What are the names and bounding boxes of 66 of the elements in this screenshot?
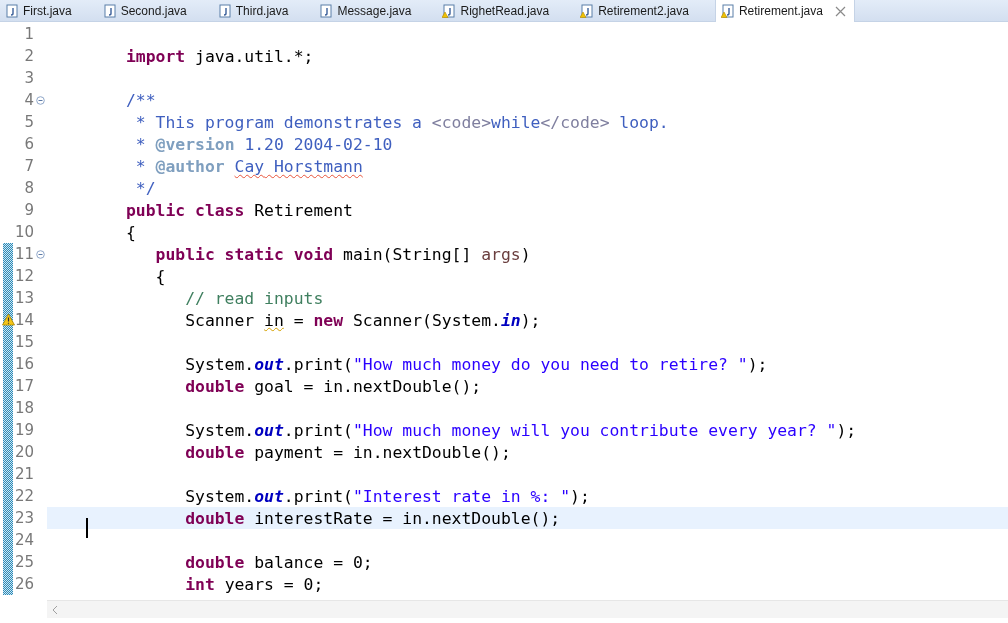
line-number: 4 (23, 91, 34, 109)
code-line: int years = 0; (184, 574, 324, 594)
line-number: 3 (23, 69, 34, 87)
code-line: * @version 1.20 2004-02-10 (134, 134, 393, 154)
code-line: double balance = 0; (184, 552, 373, 572)
editor-tab[interactable]: First.java (0, 0, 98, 21)
code-line: // read inputs (184, 288, 324, 308)
line-number: 2 (23, 47, 34, 65)
line-number: 26 (13, 575, 34, 593)
java-file-icon (319, 3, 334, 18)
line-number: 16 (13, 355, 34, 373)
line-number: 11 (13, 245, 34, 263)
line-number: 7 (23, 157, 34, 175)
java-file-icon (5, 3, 19, 18)
code-line: public class Retirement (124, 200, 353, 220)
line-number: 8 (23, 179, 34, 197)
line-number: 13 (13, 289, 34, 307)
horizontal-scrollbar[interactable] (47, 600, 1008, 618)
line-number: 5 (23, 113, 34, 131)
java-file-icon (102, 3, 117, 18)
editor-tab[interactable]: Third.java (212, 0, 315, 21)
editor-tab[interactable]: Second.java (97, 0, 213, 21)
text-cursor (86, 518, 88, 538)
line-number: 17 (13, 377, 34, 395)
line-number: 6 (23, 135, 34, 153)
editor-tab[interactable]: Retirement2.java (575, 0, 715, 21)
code-line: System.out.print("How much money will you contribute every year? "); (184, 420, 857, 440)
line-number: 25 (13, 553, 34, 571)
code-line: import java.util.*; (124, 46, 314, 66)
code-line: double payment = in.nextDouble(); (184, 442, 511, 462)
editor-tab[interactable]: Retirement.java (714, 0, 855, 22)
code-line: System.out.print("Interest rate in %: "); (184, 486, 590, 506)
scroll-left-icon[interactable] (51, 604, 59, 615)
line-number: 24 (13, 531, 34, 549)
line-number: 23 (13, 509, 34, 527)
code-line: double interestRate = in.nextDouble(); (184, 508, 561, 528)
line-number: 14 (13, 311, 34, 329)
line-number: 18 (13, 399, 34, 417)
line-number: 12 (13, 267, 34, 285)
code-line: double goal = in.nextDouble(); (184, 376, 482, 396)
java-file-warning-icon (442, 3, 457, 18)
code-line: * This program demonstrates a <code>while</code> loop. (134, 112, 669, 132)
line-number: 1 (23, 25, 34, 43)
java-file-warning-icon (720, 4, 735, 18)
collapse-icon[interactable] (36, 249, 45, 259)
editor-tab[interactable]: RighetRead.java (437, 0, 576, 21)
line-number: 21 (13, 465, 34, 483)
collapse-icon[interactable] (36, 95, 45, 105)
java-file-icon (217, 3, 232, 18)
close-icon[interactable] (834, 5, 846, 17)
code-line: { (154, 266, 166, 286)
code-line: */ (134, 178, 156, 198)
line-number: 10 (13, 223, 34, 241)
java-file-warning-icon (580, 3, 595, 18)
code-line: Scanner in = new Scanner(System.in); (184, 310, 541, 330)
line-number: 15 (13, 333, 34, 351)
line-number: 9 (23, 201, 34, 219)
line-number: 20 (13, 443, 34, 461)
code-line: { (124, 222, 136, 242)
code-line: /** (124, 90, 156, 110)
line-number: 22 (13, 487, 34, 505)
code-line: System.out.print("How much money do you need to retire? "); (184, 354, 768, 374)
editor-tab[interactable]: Message.java (314, 0, 438, 21)
code-line: public static void main(String[] args) (154, 244, 531, 264)
code-line: * @author Cay Horstmann (134, 156, 363, 176)
line-number: 19 (13, 421, 34, 439)
